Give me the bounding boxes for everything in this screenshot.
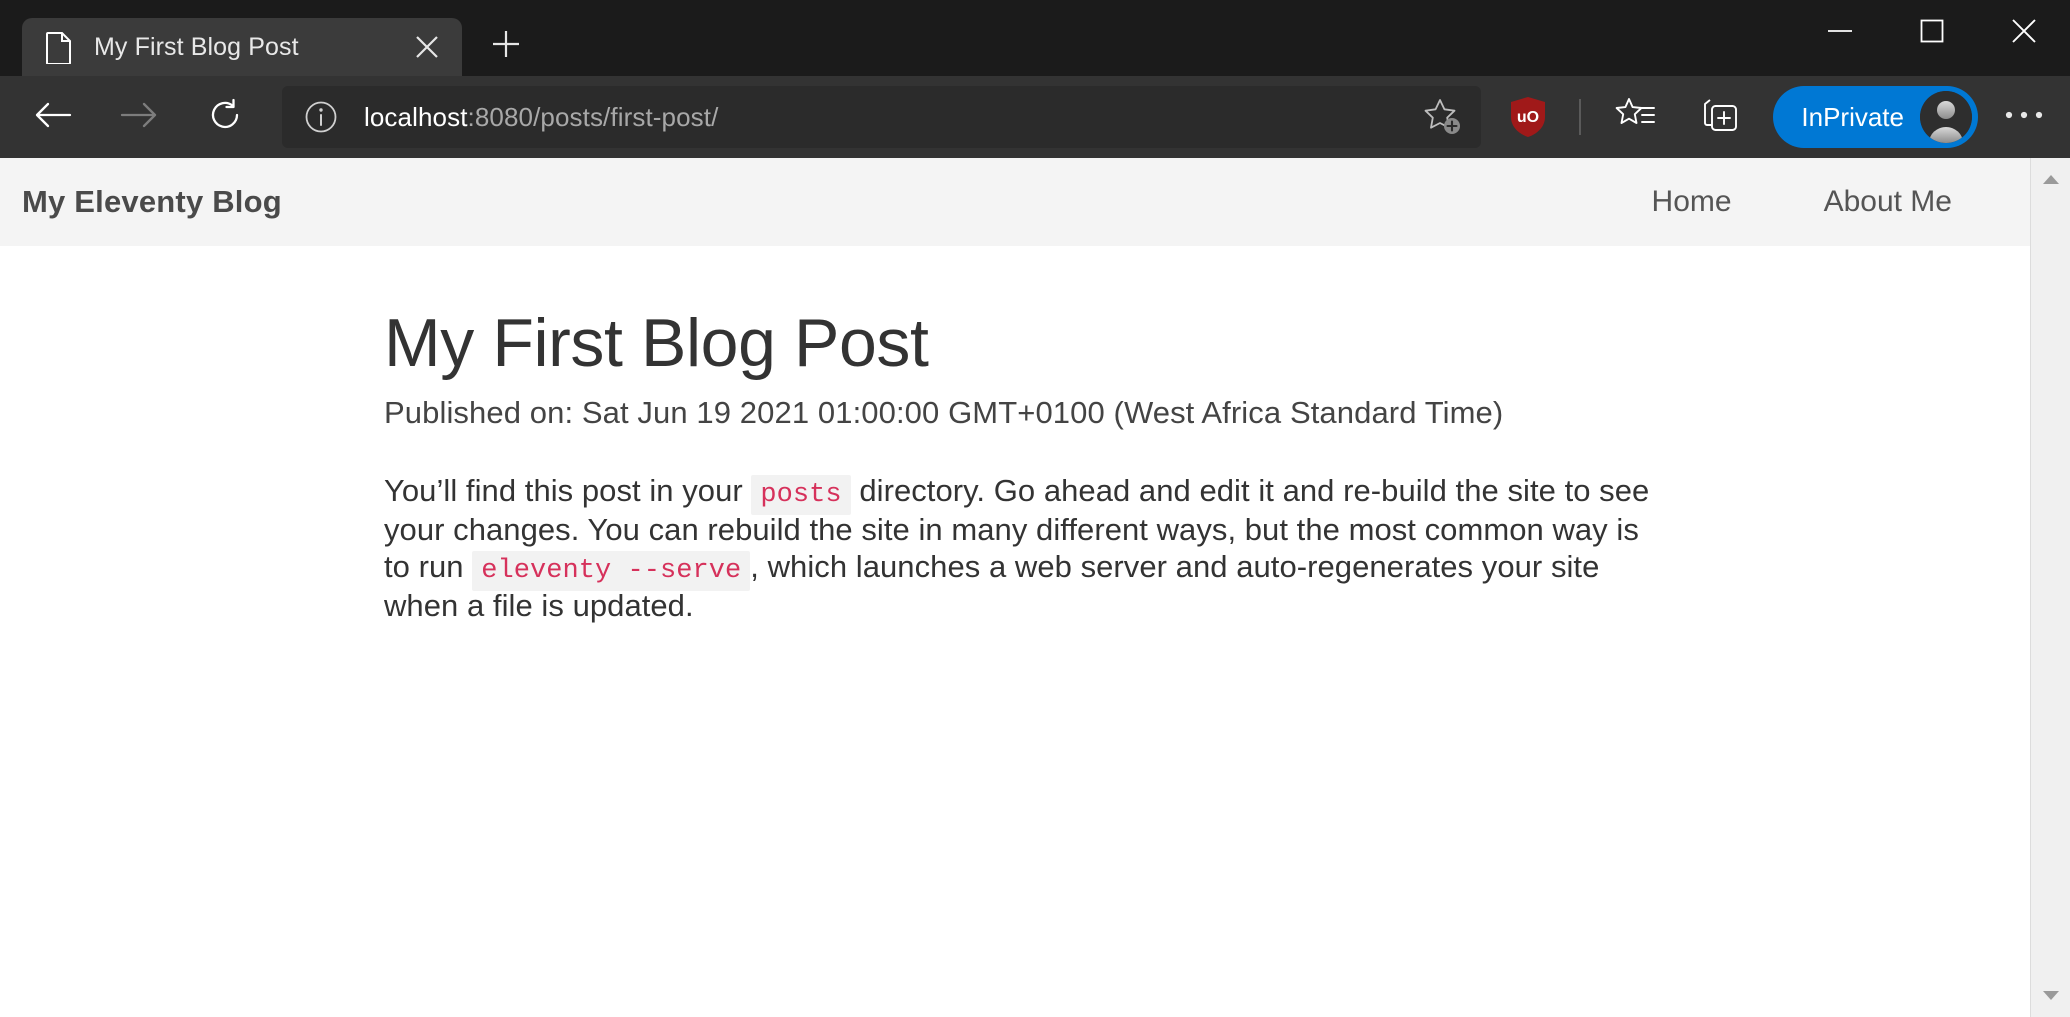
site-header: My Eleventy Blog Home About Me (0, 158, 2030, 246)
window-controls (1794, 0, 2070, 62)
favorites-star-list-icon (1615, 96, 1657, 139)
settings-and-more-button[interactable] (1996, 89, 2052, 145)
back-arrow-icon (34, 99, 72, 136)
tab-title: My First Blog Post (94, 32, 299, 61)
browser-tab-active[interactable]: My First Blog Post (22, 18, 462, 76)
window-maximize-button[interactable] (1886, 0, 1978, 62)
tab-strip: My First Blog Post (0, 0, 532, 76)
window-minimize-button[interactable] (1794, 0, 1886, 62)
browser-window: My First Blog Post localhost:8080/posts/… (0, 0, 2070, 1017)
person-avatar-icon (1920, 91, 1972, 143)
collections-icon (1699, 95, 1741, 140)
forward-arrow-icon (120, 99, 158, 136)
reload-button[interactable] (194, 86, 256, 148)
blog-post-article: My First Blog Post Published on: Sat Jun… (0, 246, 1700, 624)
inprivate-profile-button[interactable]: InPrivate (1773, 86, 1978, 148)
nav-link-home[interactable]: Home (1652, 185, 1732, 219)
web-page: My Eleventy Blog Home About Me My First … (0, 158, 2030, 1017)
close-icon (2011, 18, 2037, 44)
collections-button[interactable] (1689, 86, 1751, 148)
info-icon[interactable] (304, 100, 338, 134)
new-tab-button[interactable] (480, 20, 532, 72)
inprivate-label: InPrivate (1801, 101, 1904, 132)
post-body-paragraph: You’ll find this post in your posts dire… (384, 473, 1652, 624)
back-button[interactable] (22, 86, 84, 148)
star-plus-icon[interactable] (1417, 91, 1469, 143)
tab-close-icon[interactable] (406, 26, 448, 68)
scroll-up-arrow-icon[interactable] (2031, 158, 2070, 200)
body-text-part-1: You’ll find this post in your (384, 473, 743, 509)
plus-icon (490, 28, 522, 65)
ublock-origin-icon[interactable]: uO (1501, 86, 1555, 148)
page-title: My First Blog Post (384, 305, 929, 381)
reload-icon (208, 98, 242, 137)
maximize-icon (1920, 19, 1944, 43)
minimize-icon (1827, 24, 1853, 38)
page-scrollbar[interactable] (2030, 158, 2070, 1017)
title-bar: My First Blog Post (0, 0, 2070, 76)
svg-text:uO: uO (1517, 109, 1539, 126)
window-close-button[interactable] (1978, 0, 2070, 62)
favorites-button[interactable] (1605, 86, 1667, 148)
inline-code-eleventy-serve: eleventy --serve (472, 550, 751, 591)
page-viewport: My Eleventy Blog Home About Me My First … (0, 158, 2070, 1017)
inline-code-posts: posts (751, 475, 851, 516)
url-path: :8080/posts/first-post/ (467, 101, 719, 132)
site-navigation: Home About Me (1560, 185, 2030, 219)
browser-toolbar: localhost:8080/posts/first-post/ uO InPr… (0, 76, 2070, 158)
url-host: localhost (364, 101, 468, 132)
post-published-date: Published on: Sat Jun 19 2021 01:00:00 G… (384, 395, 1504, 431)
url-text: localhost:8080/posts/first-post/ (364, 102, 1417, 133)
forward-button[interactable] (108, 86, 170, 148)
scroll-down-arrow-icon[interactable] (2031, 975, 2070, 1017)
site-title[interactable]: My Eleventy Blog (22, 184, 282, 220)
document-icon (46, 32, 72, 64)
nav-link-about-me[interactable]: About Me (1824, 185, 1952, 219)
scrollbar-track[interactable] (2031, 200, 2070, 975)
ellipsis-icon (2004, 108, 2044, 126)
toolbar-divider (1579, 99, 1582, 135)
address-bar[interactable]: localhost:8080/posts/first-post/ (282, 86, 1482, 148)
